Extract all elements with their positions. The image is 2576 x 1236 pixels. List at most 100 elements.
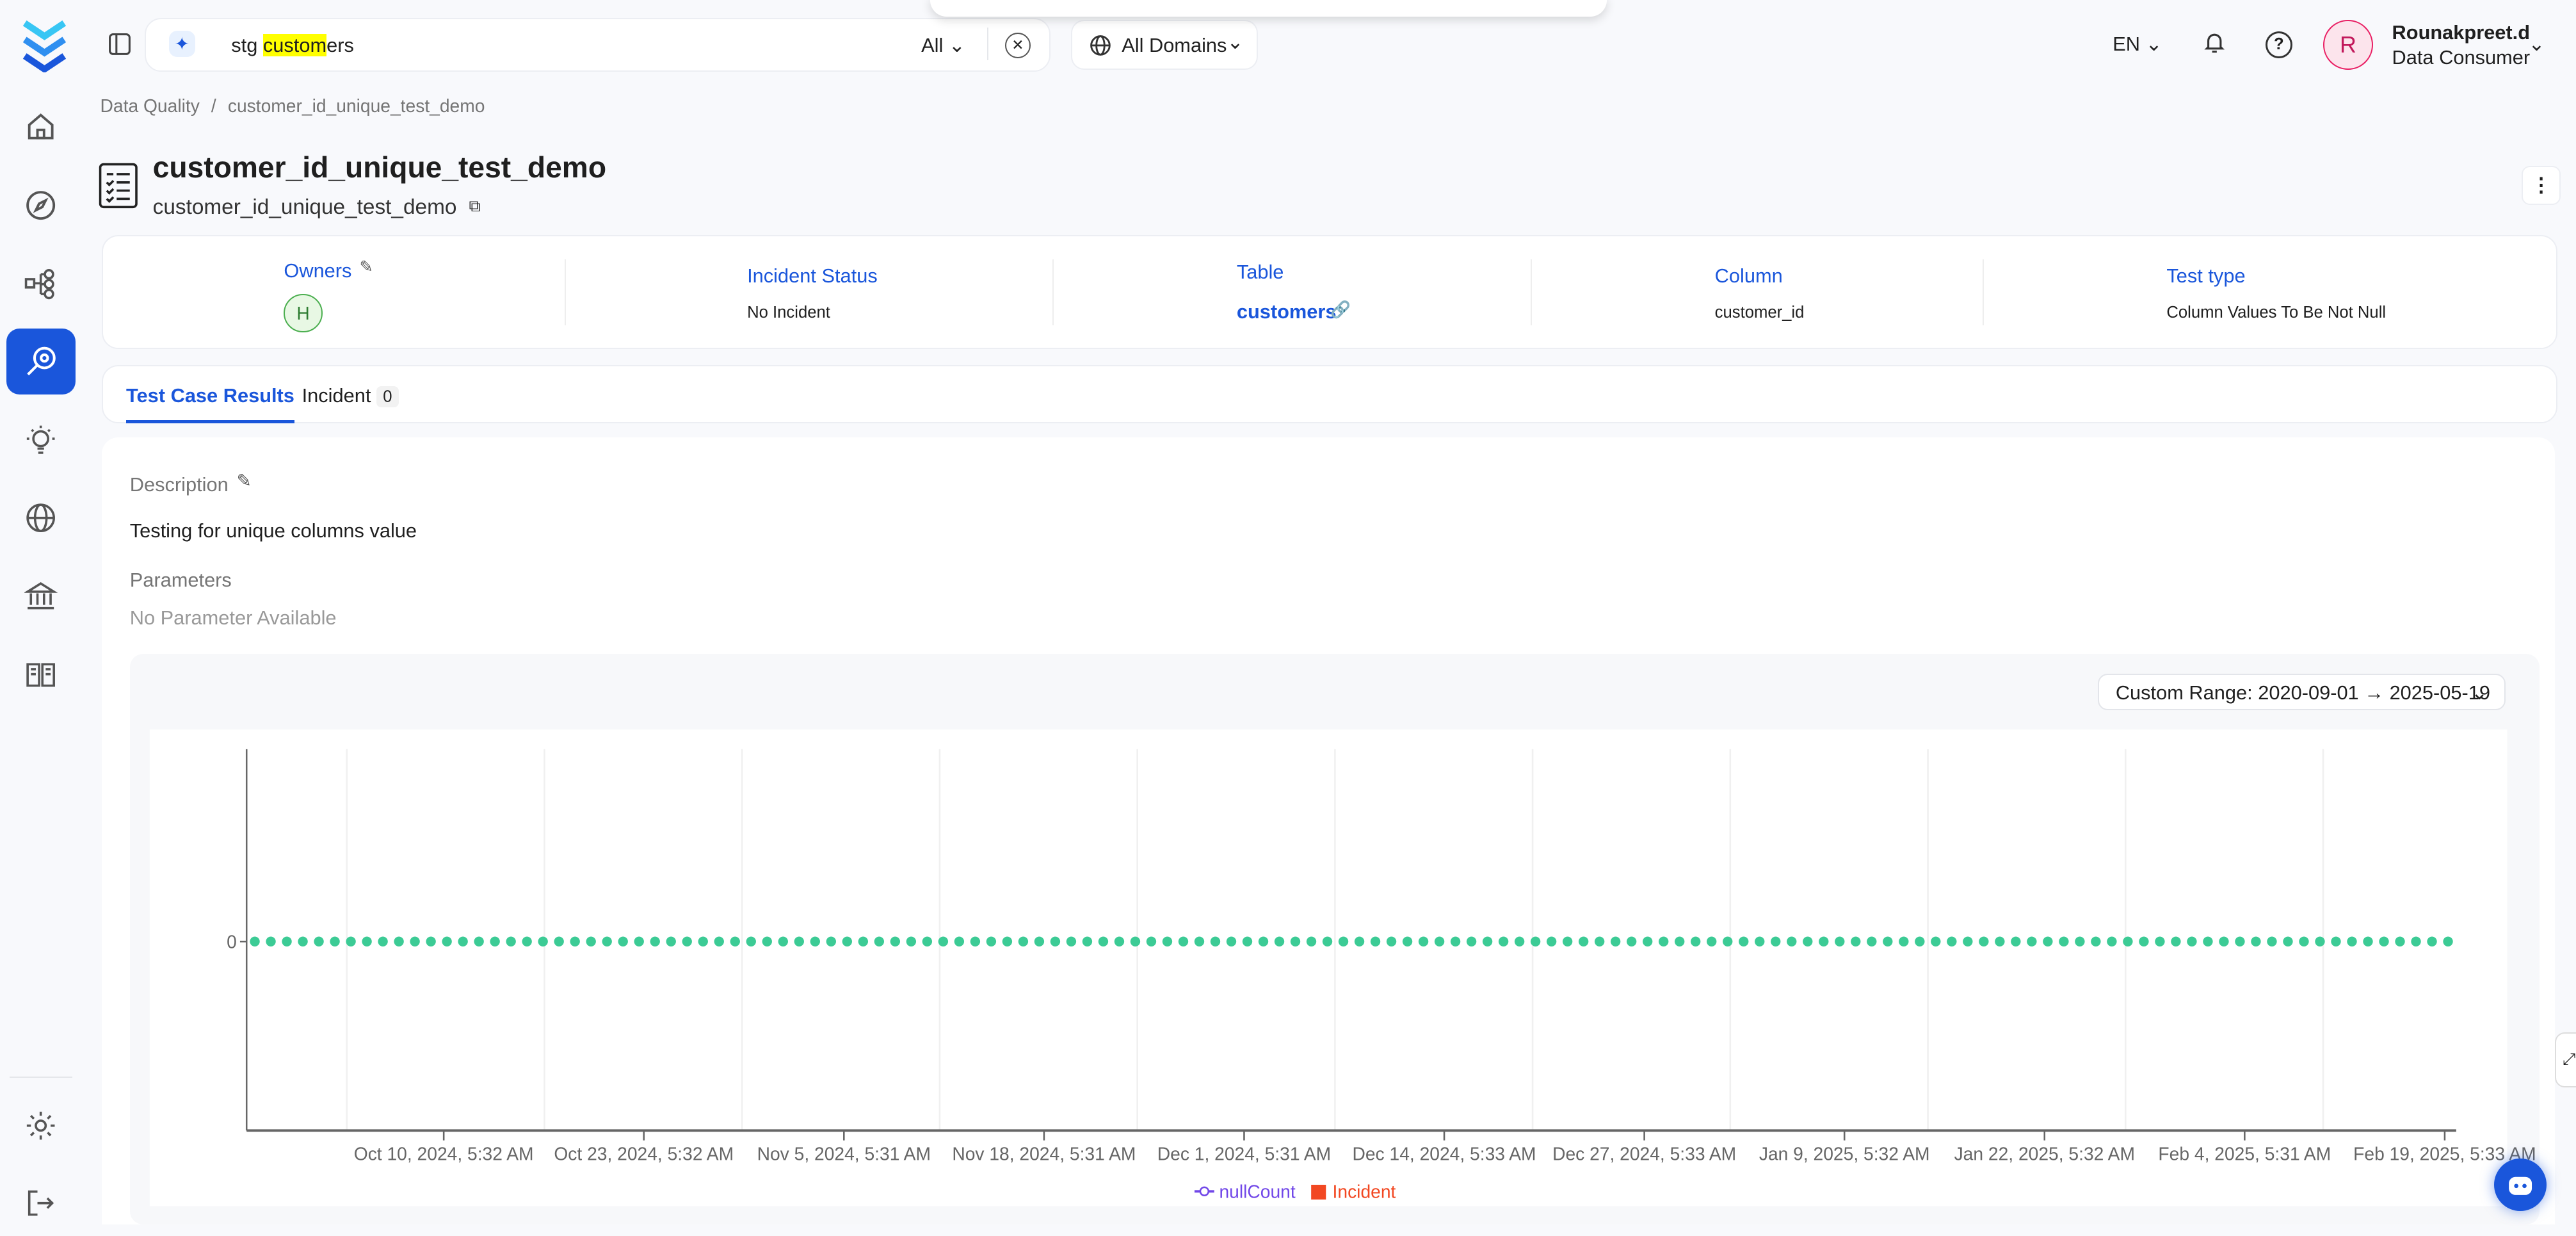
- domains-dropdown[interactable]: All Domains ⌄: [1071, 20, 1257, 70]
- data-point: [762, 937, 771, 947]
- data-point: [1403, 937, 1412, 947]
- data-point: [1979, 937, 1988, 947]
- data-point: [378, 937, 387, 947]
- date-range-dropdown[interactable]: Custom Range: 2020-09-01 → 2025-05-19⌄: [2098, 674, 2505, 710]
- data-point: [1947, 937, 1956, 947]
- notification-bell-icon[interactable]: [2202, 29, 2228, 56]
- divider: [987, 28, 988, 60]
- data-point: [746, 937, 755, 947]
- data-point: [1259, 937, 1268, 947]
- governance-bank-icon[interactable]: [6, 564, 76, 630]
- chevron-down-icon: ⌄: [949, 34, 965, 56]
- column-value: customer_id: [1715, 304, 1805, 322]
- search-scope-dropdown[interactable]: All ⌄: [921, 34, 965, 57]
- data-point: [298, 937, 307, 947]
- data-point: [1643, 937, 1652, 947]
- explore-compass-icon[interactable]: [6, 172, 76, 238]
- data-point: [634, 937, 643, 947]
- data-point: [1098, 937, 1107, 947]
- breadcrumb-data-quality[interactable]: Data Quality: [101, 95, 200, 116]
- data-point: [1146, 937, 1155, 947]
- chevron-down-icon: ⌄: [2146, 33, 2162, 55]
- x-tick-label: Nov 18, 2024, 5:31 AM: [952, 1144, 1136, 1164]
- domains-globe-icon[interactable]: [6, 485, 76, 551]
- ai-sparkle-icon[interactable]: ✦: [169, 31, 195, 57]
- data-point: [1787, 937, 1796, 947]
- glossary-book-icon[interactable]: [6, 641, 76, 707]
- edit-owners-icon[interactable]: ✎: [359, 257, 373, 277]
- parameters-value: No Parameter Available: [130, 606, 337, 630]
- tab-incident[interactable]: Incident 0: [302, 384, 399, 407]
- data-point: [2155, 937, 2164, 947]
- data-point: [778, 937, 787, 947]
- data-point: [1243, 937, 1252, 947]
- divider: [1531, 259, 1532, 325]
- divider: [1983, 259, 1984, 325]
- lineage-icon[interactable]: [6, 252, 76, 318]
- data-point: [858, 937, 867, 947]
- data-point: [2331, 937, 2340, 947]
- chevron-down-icon[interactable]: ⌄: [2529, 33, 2545, 56]
- insights-bulb-icon[interactable]: [6, 407, 76, 473]
- user-avatar[interactable]: R: [2323, 20, 2373, 70]
- search-scope-label: All: [921, 34, 943, 56]
- plot-background: [150, 729, 2508, 1206]
- x-tick-label: Oct 23, 2024, 5:32 AM: [554, 1144, 734, 1164]
- data-point: [1179, 937, 1188, 947]
- app-logo[interactable]: [20, 20, 69, 77]
- breadcrumb: Data Quality / customer_id_unique_test_d…: [101, 95, 485, 117]
- data-point: [1451, 937, 1460, 947]
- search-text: ers: [326, 34, 354, 56]
- search-bar[interactable]: ✦ stg customers All ⌄ ✕: [145, 18, 1051, 72]
- test-case-icon: [99, 163, 138, 214]
- breadcrumb-current: customer_id_unique_test_demo: [228, 95, 485, 116]
- help-icon[interactable]: ?: [2266, 31, 2292, 58]
- search-input[interactable]: stg customers: [231, 34, 354, 57]
- tab-test-case-results[interactable]: Test Case Results: [126, 384, 294, 424]
- user-name[interactable]: Rounakpreet.d: [2392, 21, 2531, 44]
- data-point: [426, 937, 435, 947]
- data-point: [794, 937, 803, 947]
- language-dropdown[interactable]: EN ⌄: [2113, 33, 2162, 56]
- data-point: [2283, 937, 2292, 947]
- settings-gear-icon[interactable]: [6, 1093, 76, 1159]
- x-tick-label: Oct 10, 2024, 5:32 AM: [353, 1144, 533, 1164]
- copy-icon[interactable]: ⧉: [463, 194, 487, 220]
- data-point: [1130, 937, 1139, 947]
- data-point: [1371, 937, 1380, 947]
- data-point: [1707, 937, 1716, 947]
- data-quality-icon[interactable]: [6, 329, 76, 394]
- search-highlight: custom: [263, 34, 326, 56]
- sidebar-toggle-icon[interactable]: [105, 29, 134, 59]
- description-text: Testing for unique columns value: [130, 519, 417, 542]
- data-point: [1851, 937, 1860, 947]
- data-point: [1691, 937, 1700, 947]
- data-point: [1291, 937, 1300, 947]
- data-point: [2219, 937, 2228, 947]
- data-point: [1627, 937, 1636, 947]
- data-point: [698, 937, 707, 947]
- data-point: [922, 937, 931, 947]
- data-point: [954, 937, 963, 947]
- data-point: [1307, 937, 1316, 947]
- data-point: [554, 937, 563, 947]
- more-options-icon[interactable]: ⋮: [2522, 166, 2560, 204]
- data-point: [618, 937, 627, 947]
- chart-container: Custom Range: 2020-09-01 → 2025-05-19⌄ 0…: [130, 654, 2540, 1224]
- logout-icon[interactable]: [6, 1170, 76, 1236]
- x-tick-label: Jan 9, 2025, 5:32 AM: [1759, 1144, 1930, 1164]
- owner-avatar[interactable]: H: [284, 294, 322, 332]
- chatbot-icon[interactable]: [2494, 1159, 2547, 1211]
- data-point: [2171, 937, 2180, 947]
- edit-description-icon[interactable]: ✎: [237, 470, 252, 491]
- table-link[interactable]: customers: [1237, 300, 1337, 323]
- clear-search-icon[interactable]: ✕: [1005, 33, 1031, 58]
- data-point: [586, 937, 595, 947]
- data-point: [1339, 937, 1348, 947]
- data-point: [314, 937, 323, 947]
- side-panel-toggle-icon[interactable]: ⤢: [2555, 1032, 2576, 1087]
- data-point: [2027, 937, 2036, 947]
- data-point: [2395, 937, 2404, 947]
- link-icon: 🔗: [1330, 300, 1351, 320]
- home-icon[interactable]: [6, 94, 76, 159]
